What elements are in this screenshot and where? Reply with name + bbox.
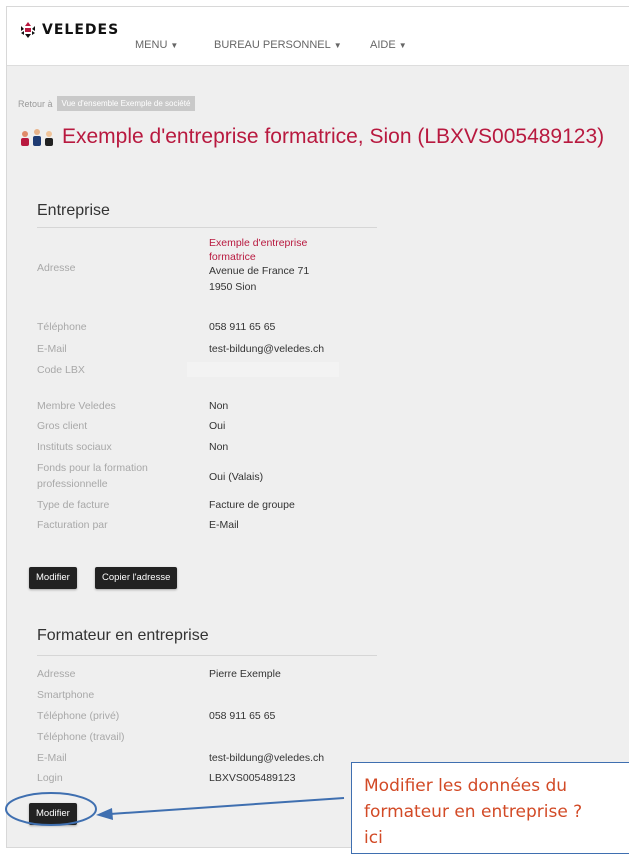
callout-line-1: Modifier les données du bbox=[364, 776, 568, 796]
email-label: E-Mail bbox=[37, 343, 67, 355]
page-title: Exemple d'entreprise formatrice, Sion (L… bbox=[18, 125, 604, 149]
modifier-entreprise-button[interactable]: Modifier bbox=[29, 567, 77, 589]
breadcrumb: Retour à Vue d'ensemble Exemple de socié… bbox=[18, 96, 196, 111]
formateur-email-value: test-bildung@veledes.ch bbox=[209, 752, 325, 764]
email-value: test-bildung@veledes.ch bbox=[209, 343, 325, 355]
facturation-value: E-Mail bbox=[209, 519, 239, 531]
fonds-label-line1: Fonds pour la formation bbox=[37, 462, 148, 474]
nav-menu[interactable]: MENU ▼ bbox=[135, 39, 178, 51]
tel-travail-label: Téléphone (travail) bbox=[37, 731, 125, 743]
code-lbx-value bbox=[187, 362, 339, 377]
facturation-label: Facturation par bbox=[37, 519, 108, 531]
caret-down-icon: ▼ bbox=[398, 41, 407, 50]
gros-client-value: Oui bbox=[209, 420, 226, 432]
membre-label: Membre Veledes bbox=[37, 400, 116, 412]
type-facture-value: Facture de groupe bbox=[209, 499, 295, 511]
fonds-label-line2: professionnelle bbox=[37, 478, 108, 490]
entreprise-street: Avenue de France 71 bbox=[209, 265, 310, 277]
copier-adresse-button[interactable]: Copier l'adresse bbox=[95, 567, 178, 589]
login-value: LBXVS005489123 bbox=[209, 772, 296, 784]
nav-aide-label: AIDE bbox=[370, 39, 396, 51]
callout-text: Modifier les données du formateur en ent… bbox=[364, 773, 629, 851]
telephone-value: 058 911 65 65 bbox=[209, 321, 276, 333]
formateur-email-label: E-Mail bbox=[37, 752, 67, 764]
entreprise-heading: Entreprise bbox=[37, 202, 110, 219]
entreprise-city: 1950 Sion bbox=[209, 281, 257, 293]
entreprise-name-line2: formatrice bbox=[209, 251, 256, 263]
fonds-value: Oui (Valais) bbox=[209, 471, 264, 483]
callout-line-3: ici bbox=[364, 828, 383, 848]
help-callout: Modifier les données du formateur en ent… bbox=[351, 762, 629, 854]
caret-down-icon: ▼ bbox=[170, 41, 179, 50]
breadcrumb-link[interactable]: Vue d'ensemble Exemple de société bbox=[56, 96, 196, 111]
tel-prive-value: 058 911 65 65 bbox=[209, 710, 276, 722]
type-facture-label: Type de facture bbox=[37, 499, 110, 511]
login-label: Login bbox=[37, 772, 63, 784]
membre-value: Non bbox=[209, 400, 229, 412]
divider bbox=[37, 655, 377, 656]
instituts-value: Non bbox=[209, 441, 229, 453]
tel-prive-label: Téléphone (privé) bbox=[37, 710, 120, 722]
formateur-adresse-label: Adresse bbox=[37, 668, 76, 680]
app-frame: VELEDES MENU ▼ BUREAU PERSONNEL ▼ AIDE ▼ Re… bbox=[6, 6, 629, 854]
nav-bureau-personnel[interactable]: BUREAU PERSONNEL ▼ bbox=[214, 39, 342, 51]
veledes-logo-icon bbox=[21, 22, 35, 38]
formateur-adresse-value: Pierre Exemple bbox=[209, 668, 281, 680]
breadcrumb-prefix: Retour à bbox=[18, 98, 53, 109]
callout-line-2: formateur en entreprise ? bbox=[364, 802, 583, 822]
people-group-icon bbox=[21, 129, 53, 146]
formateur-heading: Formateur en entreprise bbox=[37, 627, 209, 644]
gros-client-label: Gros client bbox=[37, 420, 88, 432]
nav-bureau-label: BUREAU PERSONNEL bbox=[214, 39, 331, 51]
veledes-logo[interactable]: VELEDES bbox=[18, 20, 119, 40]
nav-menu-label: MENU bbox=[135, 39, 168, 51]
adresse-label: Adresse bbox=[37, 262, 76, 274]
code-lbx-label: Code LBX bbox=[37, 364, 85, 376]
entreprise-name-line1: Exemple d'entreprise bbox=[209, 237, 308, 249]
nav-aide[interactable]: AIDE ▼ bbox=[370, 39, 407, 51]
modifier-formateur-button[interactable]: Modifier bbox=[29, 803, 77, 825]
caret-down-icon: ▼ bbox=[333, 41, 342, 50]
top-navigation-bar: VELEDES MENU ▼ BUREAU PERSONNEL ▼ AIDE ▼ bbox=[7, 7, 629, 66]
divider bbox=[37, 227, 377, 228]
smartphone-label: Smartphone bbox=[37, 689, 95, 701]
logo-text: VELEDES bbox=[42, 22, 120, 38]
telephone-label: Téléphone bbox=[37, 321, 87, 333]
instituts-label: Instituts sociaux bbox=[37, 441, 112, 453]
page-title-text: Exemple d'entreprise formatrice, Sion (L… bbox=[62, 125, 605, 148]
